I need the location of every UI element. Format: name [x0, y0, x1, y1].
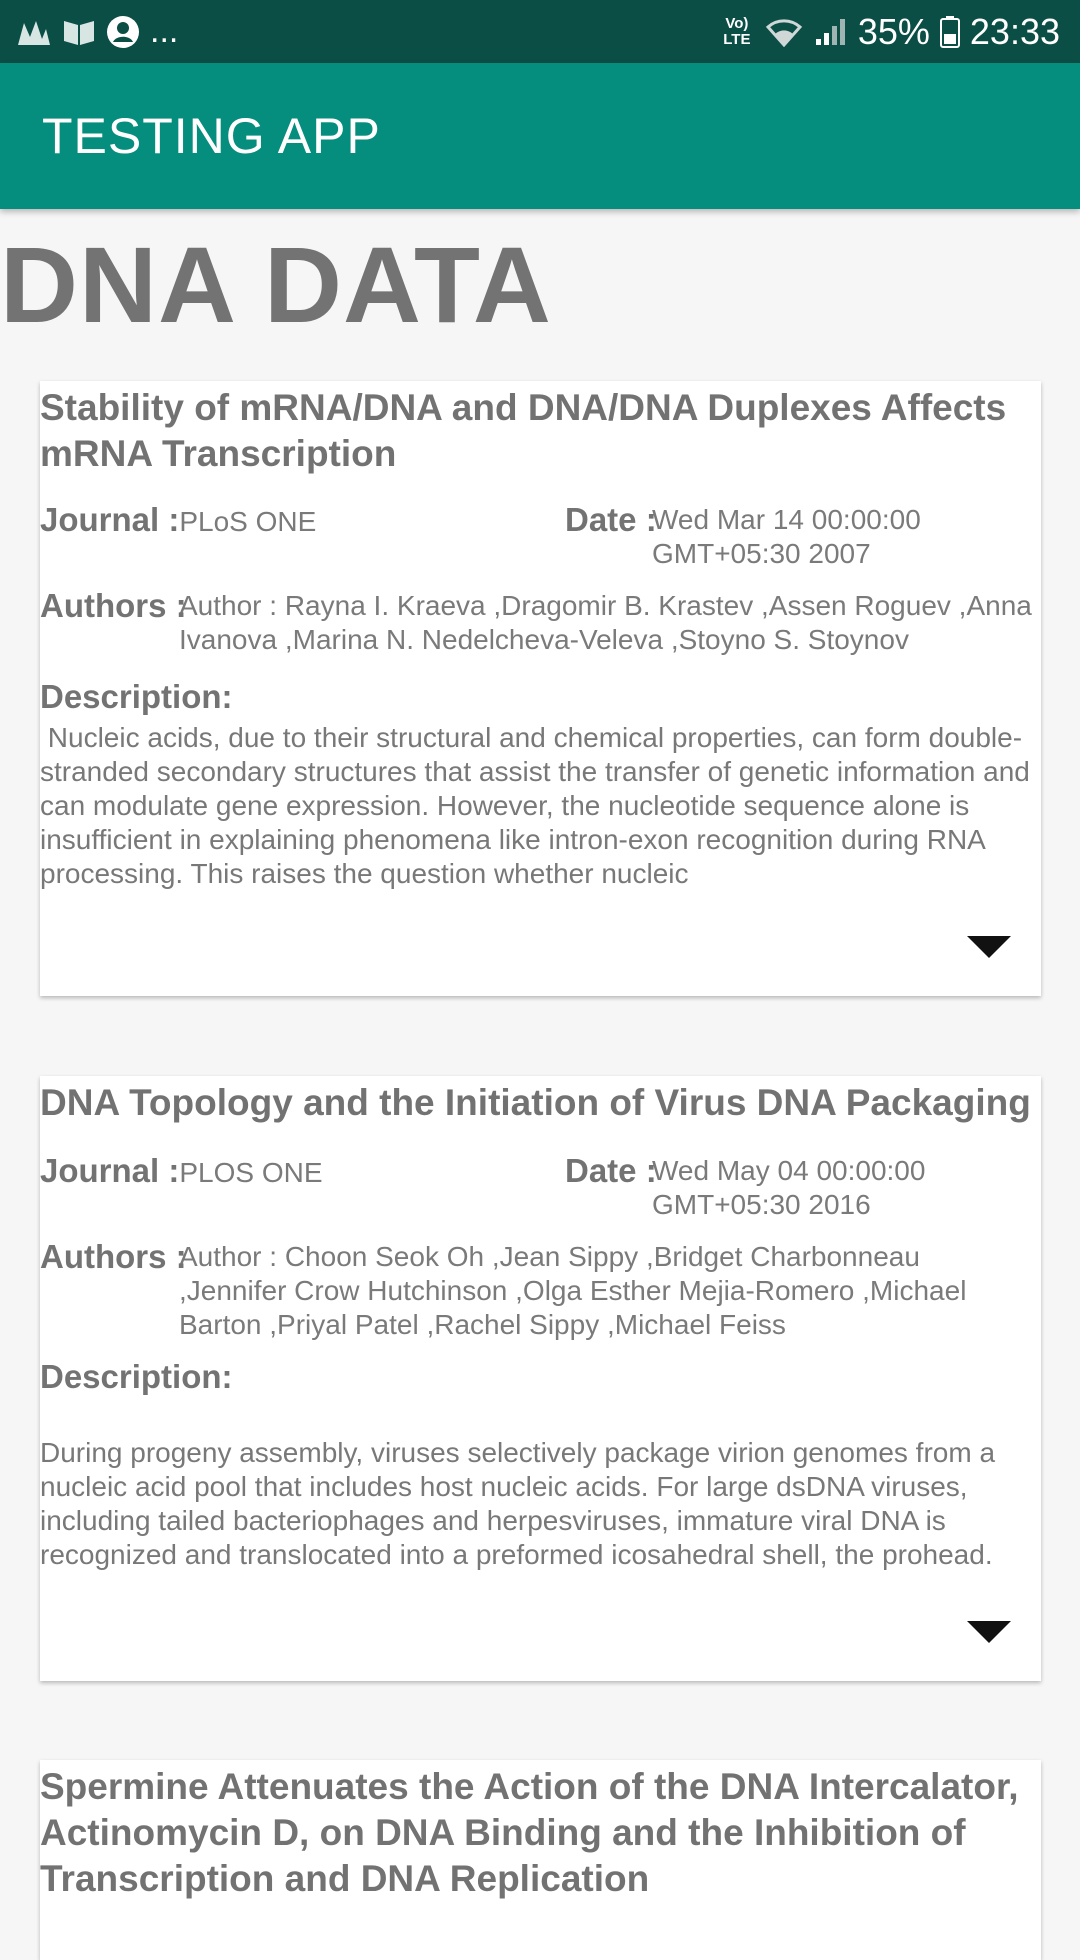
- description-text: During progeny assembly, viruses selecti…: [40, 1437, 996, 1570]
- journal-label: Journal :: [40, 501, 180, 538]
- article-card[interactable]: Spermine Attenuates the Action of the DN…: [40, 1760, 1041, 1960]
- signal-icon: [814, 17, 848, 47]
- journal-value: PLOS ONE: [179, 1157, 323, 1188]
- authors-row: Authors : Author : Rayna I. Kraeva ,Drag…: [40, 589, 1040, 657]
- date-value: Wed May 04 00:00:00 GMT+05:30 2016: [652, 1155, 926, 1220]
- app-bar: TESTING APP: [0, 63, 1080, 209]
- authors-label: Authors :: [40, 1238, 187, 1275]
- journal-row: Journal :PLOS ONE: [40, 1154, 323, 1190]
- battery-icon: [939, 15, 960, 48]
- battery-percent: 35%: [857, 10, 930, 52]
- article-title: Stability of mRNA/DNA and DNA/DNA Duplex…: [40, 387, 1007, 474]
- status-bar-notifications: ...: [16, 12, 178, 51]
- date-label: Date :: [565, 501, 657, 538]
- description-label: Description:: [40, 1358, 233, 1395]
- date-row: Date : Wed Mar 14 00:00:00 GMT+05:30 200…: [565, 503, 965, 571]
- wifi-icon: [764, 17, 804, 47]
- authors-row: Authors : Author : Choon Seok Oh ,Jean S…: [40, 1240, 1040, 1342]
- volte-indicator: Vo) LTE: [723, 14, 751, 48]
- article-title: DNA Topology and the Initiation of Virus…: [40, 1082, 1031, 1123]
- authors-value: Author : Rayna I. Kraeva ,Dragomir B. Kr…: [179, 590, 1032, 655]
- page-title: DNA DATA: [0, 224, 552, 345]
- article-card[interactable]: Stability of mRNA/DNA and DNA/DNA Duplex…: [40, 381, 1041, 996]
- authors-value: Author : Choon Seok Oh ,Jean Sippy ,Brid…: [179, 1241, 967, 1340]
- expand-caret-icon[interactable]: [967, 936, 1011, 958]
- article-card[interactable]: DNA Topology and the Initiation of Virus…: [40, 1076, 1041, 1681]
- activity-icon: [16, 17, 52, 47]
- journal-value: PLoS ONE: [179, 506, 317, 537]
- authors-label: Authors :: [40, 587, 187, 624]
- date-row: Date : Wed May 04 00:00:00 GMT+05:30 201…: [565, 1154, 965, 1222]
- date-label: Date :: [565, 1152, 657, 1189]
- journal-label: Journal :: [40, 1152, 180, 1189]
- clock: 23:33: [969, 10, 1060, 52]
- expand-caret-icon[interactable]: [967, 1621, 1011, 1643]
- date-value: Wed Mar 14 00:00:00 GMT+05:30 2007: [652, 504, 921, 569]
- account-icon: [106, 15, 140, 49]
- book-icon: [62, 17, 96, 47]
- description-text: Nucleic acids, due to their structural a…: [40, 722, 1030, 889]
- app-title: TESTING APP: [42, 108, 381, 164]
- status-bar-system: Vo) LTE 35% 23:33: [720, 11, 1060, 53]
- journal-row: Journal :PLoS ONE: [40, 503, 316, 539]
- description-label: Description:: [40, 678, 233, 715]
- status-bar: ... Vo) LTE 35% 23:33: [0, 0, 1080, 63]
- article-title: Spermine Attenuates the Action of the DN…: [40, 1766, 1019, 1899]
- more-notifications: ...: [150, 12, 179, 50]
